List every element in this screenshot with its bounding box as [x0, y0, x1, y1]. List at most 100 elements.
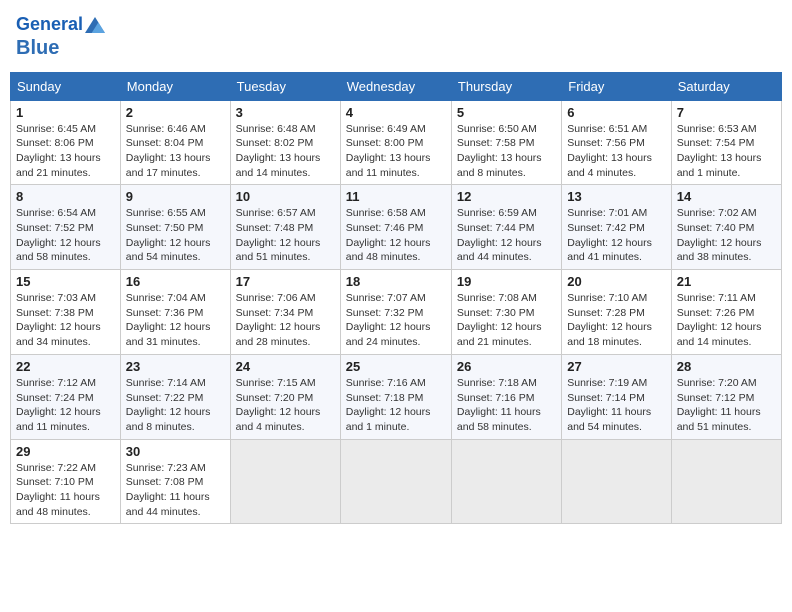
- day-info: Sunrise: 7:23 AMSunset: 7:08 PMDaylight:…: [126, 461, 225, 520]
- calendar-day-cell: 7 Sunrise: 6:53 AMSunset: 7:54 PMDaylight…: [671, 100, 781, 185]
- calendar-week-row: 8Sunrise: 6:54 AMSunset: 7:52 PMDaylight…: [11, 185, 782, 270]
- calendar-week-row: 29 Sunrise: 7:22 AMSunset: 7:10 PMDayligh…: [11, 439, 782, 524]
- day-info: Sunrise: 6:46 AMSunset: 8:04 PMDaylight:…: [126, 122, 225, 181]
- calendar-day-cell: 20Sunrise: 7:10 AMSunset: 7:28 PMDayligh…: [562, 270, 671, 355]
- day-info: Sunrise: 7:19 AMSunset: 7:14 PMDaylight:…: [567, 376, 665, 435]
- calendar-day-header: Friday: [562, 72, 671, 100]
- calendar-day-cell: [562, 439, 671, 524]
- day-number: 26: [457, 359, 556, 374]
- day-number: 17: [236, 274, 335, 289]
- day-number: 21: [677, 274, 776, 289]
- calendar-day-cell: [451, 439, 561, 524]
- day-info: Sunrise: 7:08 AMSunset: 7:30 PMDaylight:…: [457, 291, 556, 350]
- calendar-day-header: Saturday: [671, 72, 781, 100]
- day-number: 14: [677, 189, 776, 204]
- calendar-day-cell: 29 Sunrise: 7:22 AMSunset: 7:10 PMDayligh…: [11, 439, 121, 524]
- calendar-day-cell: 12 Sunrise: 6:59 AMSunset: 7:44 PMDayligh…: [451, 185, 561, 270]
- day-info: Sunrise: 7:10 AMSunset: 7:28 PMDaylight:…: [567, 291, 665, 350]
- day-number: 30: [126, 444, 225, 459]
- day-number: 22: [16, 359, 115, 374]
- day-number: 8: [16, 189, 115, 204]
- day-number: 1: [16, 105, 115, 120]
- day-info: Sunrise: 6:45 AMSunset: 8:06 PMDaylight:…: [16, 122, 115, 181]
- day-info: Sunrise: 7:07 AMSunset: 7:32 PMDaylight:…: [346, 291, 446, 350]
- day-number: 19: [457, 274, 556, 289]
- day-number: 16: [126, 274, 225, 289]
- calendar-day-cell: 16 Sunrise: 7:04 AMSunset: 7:36 PMDayligh…: [120, 270, 230, 355]
- calendar-day-cell: 30 Sunrise: 7:23 AMSunset: 7:08 PMDayligh…: [120, 439, 230, 524]
- day-number: 23: [126, 359, 225, 374]
- calendar-day-cell: 26 Sunrise: 7:18 AMSunset: 7:16 PMDayligh…: [451, 354, 561, 439]
- calendar-day-cell: [230, 439, 340, 524]
- calendar-day-cell: 6 Sunrise: 6:51 AMSunset: 7:56 PMDaylight…: [562, 100, 671, 185]
- day-number: 7: [677, 105, 776, 120]
- day-number: 10: [236, 189, 335, 204]
- day-info: Sunrise: 7:04 AMSunset: 7:36 PMDaylight:…: [126, 291, 225, 350]
- calendar-day-cell: 8Sunrise: 6:54 AMSunset: 7:52 PMDaylight…: [11, 185, 121, 270]
- calendar-day-cell: 9 Sunrise: 6:55 AMSunset: 7:50 PMDaylight…: [120, 185, 230, 270]
- day-info: Sunrise: 6:59 AMSunset: 7:44 PMDaylight:…: [457, 206, 556, 265]
- calendar-day-cell: 21 Sunrise: 7:11 AMSunset: 7:26 PMDayligh…: [671, 270, 781, 355]
- calendar-day-header: Monday: [120, 72, 230, 100]
- day-info: Sunrise: 7:22 AMSunset: 7:10 PMDaylight:…: [16, 461, 115, 520]
- day-info: Sunrise: 6:48 AMSunset: 8:02 PMDaylight:…: [236, 122, 335, 181]
- calendar-day-cell: 28 Sunrise: 7:20 AMSunset: 7:12 PMDayligh…: [671, 354, 781, 439]
- day-number: 3: [236, 105, 335, 120]
- calendar-table: SundayMondayTuesdayWednesdayThursdayFrid…: [10, 72, 782, 525]
- day-number: 13: [567, 189, 665, 204]
- day-info: Sunrise: 7:14 AMSunset: 7:22 PMDaylight:…: [126, 376, 225, 435]
- day-number: 9: [126, 189, 225, 204]
- day-number: 4: [346, 105, 446, 120]
- calendar-week-row: 15Sunrise: 7:03 AMSunset: 7:38 PMDayligh…: [11, 270, 782, 355]
- day-info: Sunrise: 6:55 AMSunset: 7:50 PMDaylight:…: [126, 206, 225, 265]
- calendar-body: 1 Sunrise: 6:45 AMSunset: 8:06 PMDaylight…: [11, 100, 782, 524]
- day-number: 5: [457, 105, 556, 120]
- calendar-day-cell: 24 Sunrise: 7:15 AMSunset: 7:20 PMDayligh…: [230, 354, 340, 439]
- calendar-day-cell: 1 Sunrise: 6:45 AMSunset: 8:06 PMDaylight…: [11, 100, 121, 185]
- calendar-day-header: Tuesday: [230, 72, 340, 100]
- calendar-day-cell: 15Sunrise: 7:03 AMSunset: 7:38 PMDayligh…: [11, 270, 121, 355]
- calendar-day-cell: 23 Sunrise: 7:14 AMSunset: 7:22 PMDayligh…: [120, 354, 230, 439]
- calendar-day-cell: 11 Sunrise: 6:58 AMSunset: 7:46 PMDayligh…: [340, 185, 451, 270]
- calendar-week-row: 1 Sunrise: 6:45 AMSunset: 8:06 PMDaylight…: [11, 100, 782, 185]
- logo-blue: Blue: [16, 36, 105, 60]
- day-info: Sunrise: 6:58 AMSunset: 7:46 PMDaylight:…: [346, 206, 446, 265]
- day-info: Sunrise: 6:50 AMSunset: 7:58 PMDaylight:…: [457, 122, 556, 181]
- day-info: Sunrise: 7:18 AMSunset: 7:16 PMDaylight:…: [457, 376, 556, 435]
- calendar-day-cell: 18 Sunrise: 7:07 AMSunset: 7:32 PMDayligh…: [340, 270, 451, 355]
- day-info: Sunrise: 7:01 AMSunset: 7:42 PMDaylight:…: [567, 206, 665, 265]
- calendar-day-cell: 25Sunrise: 7:16 AMSunset: 7:18 PMDayligh…: [340, 354, 451, 439]
- day-number: 24: [236, 359, 335, 374]
- day-info: Sunrise: 6:49 AMSunset: 8:00 PMDaylight:…: [346, 122, 446, 181]
- calendar-header-row: SundayMondayTuesdayWednesdayThursdayFrid…: [11, 72, 782, 100]
- calendar-day-cell: 2 Sunrise: 6:46 AMSunset: 8:04 PMDaylight…: [120, 100, 230, 185]
- day-number: 2: [126, 105, 225, 120]
- day-number: 6: [567, 105, 665, 120]
- day-info: Sunrise: 7:20 AMSunset: 7:12 PMDaylight:…: [677, 376, 776, 435]
- day-number: 12: [457, 189, 556, 204]
- logo: General Blue: [16, 14, 105, 60]
- day-number: 18: [346, 274, 446, 289]
- day-info: Sunrise: 6:51 AMSunset: 7:56 PMDaylight:…: [567, 122, 665, 181]
- day-number: 29: [16, 444, 115, 459]
- day-number: 28: [677, 359, 776, 374]
- calendar-day-cell: 27 Sunrise: 7:19 AMSunset: 7:14 PMDayligh…: [562, 354, 671, 439]
- calendar-day-cell: 5 Sunrise: 6:50 AMSunset: 7:58 PMDaylight…: [451, 100, 561, 185]
- calendar-day-header: Thursday: [451, 72, 561, 100]
- calendar-day-cell: 14 Sunrise: 7:02 AMSunset: 7:40 PMDayligh…: [671, 185, 781, 270]
- calendar-day-header: Wednesday: [340, 72, 451, 100]
- calendar-day-cell: 13 Sunrise: 7:01 AMSunset: 7:42 PMDayligh…: [562, 185, 671, 270]
- page-header: General Blue: [10, 10, 782, 64]
- day-info: Sunrise: 7:15 AMSunset: 7:20 PMDaylight:…: [236, 376, 335, 435]
- calendar-day-header: Sunday: [11, 72, 121, 100]
- calendar-day-cell: 3 Sunrise: 6:48 AMSunset: 8:02 PMDaylight…: [230, 100, 340, 185]
- day-number: 11: [346, 189, 446, 204]
- day-info: Sunrise: 7:02 AMSunset: 7:40 PMDaylight:…: [677, 206, 776, 265]
- day-number: 27: [567, 359, 665, 374]
- day-number: 25: [346, 359, 446, 374]
- day-info: Sunrise: 7:03 AMSunset: 7:38 PMDaylight:…: [16, 291, 115, 350]
- day-info: Sunrise: 6:53 AMSunset: 7:54 PMDaylight:…: [677, 122, 776, 181]
- day-info: Sunrise: 7:06 AMSunset: 7:34 PMDaylight:…: [236, 291, 335, 350]
- calendar-day-cell: 4 Sunrise: 6:49 AMSunset: 8:00 PMDaylight…: [340, 100, 451, 185]
- day-info: Sunrise: 7:11 AMSunset: 7:26 PMDaylight:…: [677, 291, 776, 350]
